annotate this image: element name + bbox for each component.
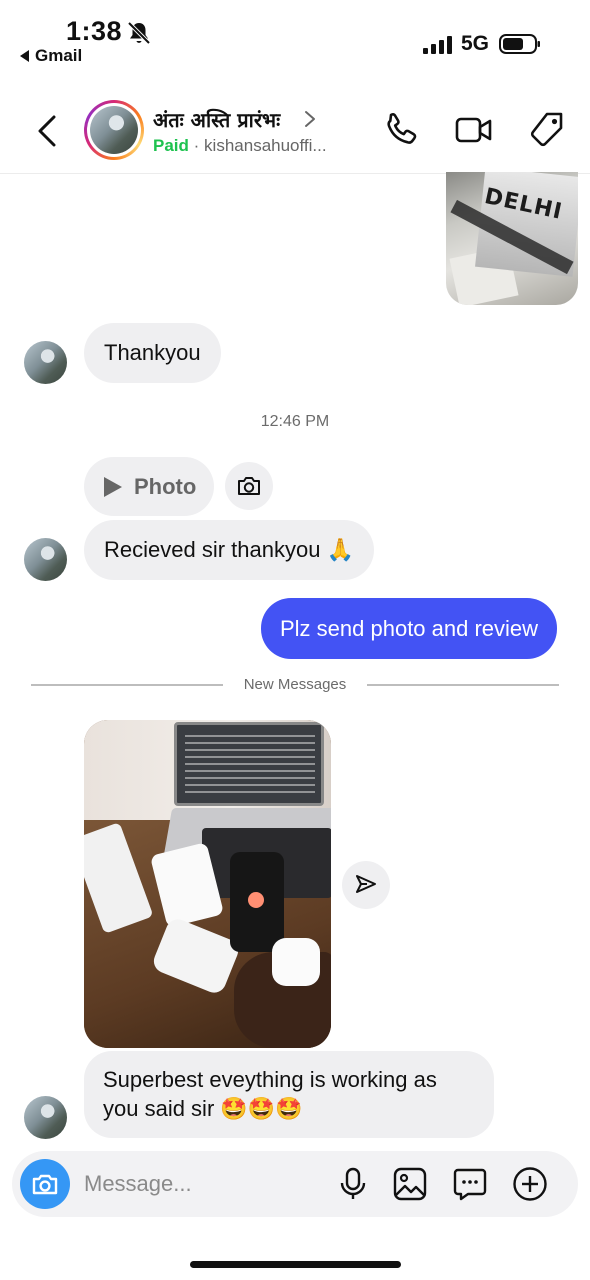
phone-call-icon[interactable] [382, 110, 422, 150]
message-bubble-incoming[interactable]: Recieved sir thankyou 🙏 [84, 520, 374, 580]
signal-icon [423, 36, 452, 54]
message-bubble-incoming[interactable]: Thankyou [84, 323, 221, 383]
sticker-button[interactable] [451, 1165, 489, 1203]
gallery-icon [393, 1167, 427, 1201]
sent-photo[interactable]: DELHI [446, 172, 578, 305]
play-icon [104, 476, 122, 497]
received-photo[interactable] [84, 720, 331, 1048]
photo-airpods-case [272, 938, 320, 986]
tag-icon[interactable] [527, 110, 567, 150]
video-call-icon[interactable] [454, 110, 494, 150]
photo-phone [230, 852, 284, 952]
message-input[interactable] [84, 1167, 324, 1201]
home-indicator[interactable] [190, 1261, 401, 1268]
sender-avatar[interactable] [24, 1096, 67, 1139]
camera-reply-button[interactable] [225, 462, 273, 510]
chat-header: अंतः अस्ति प्रारंभः Paid · kishansahuoff… [0, 88, 590, 174]
photo-laptop-screen [174, 722, 324, 806]
chat-bubble-icon [453, 1168, 487, 1201]
contact-username: kishansahuoffi... [204, 136, 327, 155]
microphone-button[interactable] [334, 1165, 372, 1203]
gallery-button[interactable] [391, 1165, 429, 1203]
back-app-label: Gmail [35, 46, 83, 65]
back-to-gmail-link[interactable]: Gmail [20, 46, 82, 66]
add-button[interactable] [511, 1165, 549, 1203]
send-icon [356, 875, 376, 893]
avatar-image [90, 106, 138, 154]
camera-icon [238, 477, 260, 495]
share-button[interactable] [342, 861, 390, 909]
divider-right [367, 684, 559, 686]
message-timestamp: 12:46 PM [260, 413, 330, 430]
back-triangle-icon [20, 49, 29, 62]
bell-off-icon [127, 21, 151, 45]
sender-avatar[interactable] [24, 341, 67, 384]
photo-reply-chip[interactable]: Photo [84, 457, 214, 516]
chevron-right-icon[interactable] [304, 110, 316, 128]
chat-screen: 1:38 Gmail 5G अंतः अस्ति प्रारंभः Paid ·… [0, 0, 590, 1280]
contact-avatar[interactable] [84, 100, 144, 160]
photo-chip-label: Photo [134, 473, 197, 499]
plus-circle-icon [513, 1167, 547, 1201]
camera-button[interactable] [20, 1159, 70, 1209]
photo-phone-dot [248, 892, 264, 908]
message-composer [12, 1151, 578, 1217]
message-bubble-incoming[interactable]: Superbest eveything is working as you sa… [84, 1051, 494, 1138]
message-bubble-outgoing[interactable]: Plz send photo and review [261, 598, 558, 659]
paid-badge: Paid [153, 136, 189, 155]
contact-name[interactable]: अंतः अस्ति प्रारंभः [153, 106, 280, 133]
status-time: 1:38 [66, 16, 123, 46]
sender-avatar[interactable] [24, 538, 67, 581]
contact-subtitle: Paid · kishansahuoffi... [153, 136, 327, 156]
microphone-icon [340, 1167, 366, 1199]
battery-icon [499, 34, 540, 54]
camera-icon [32, 1174, 58, 1195]
back-arrow-icon[interactable] [36, 114, 58, 148]
subtitle-separator: · [193, 136, 200, 155]
network-type: 5G [461, 32, 490, 55]
photo-screen-lines [185, 735, 315, 795]
